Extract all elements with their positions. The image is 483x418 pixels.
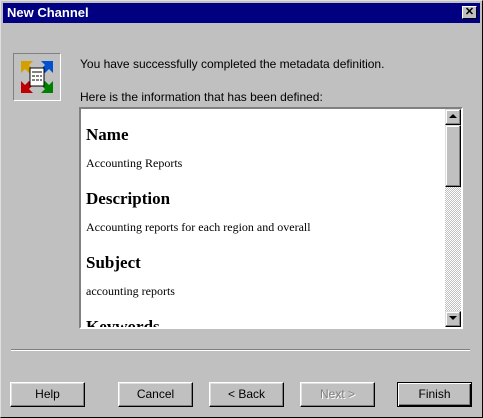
window-title: New Channel — [7, 5, 89, 20]
next-button[interactable]: Next > — [300, 382, 375, 407]
section-heading: Keywords — [86, 317, 160, 327]
help-button[interactable]: Help — [10, 382, 85, 407]
cancel-button-label: Cancel — [136, 387, 175, 401]
arrow-down-icon — [449, 316, 457, 320]
back-button[interactable]: < Back — [209, 382, 284, 407]
channel-wizard-icon — [13, 53, 61, 101]
defined-info-label: Here is the information that has been de… — [80, 90, 323, 104]
section-value: Accounting reports for each region and o… — [86, 220, 311, 234]
section-heading: Description — [86, 189, 171, 208]
section-subject: Subject accounting reports — [81, 253, 443, 307]
finish-button[interactable]: Finish — [397, 382, 472, 407]
scroll-thumb[interactable] — [445, 125, 461, 187]
close-icon: ✕ — [464, 6, 475, 18]
vertical-scrollbar[interactable] — [445, 109, 461, 327]
new-channel-dialog: New Channel ✕ You have successfully comp… — [0, 0, 483, 418]
arrow-up-icon — [449, 114, 457, 118]
completion-message: You have successfully completed the meta… — [80, 57, 385, 71]
section-heading: Name — [86, 125, 129, 144]
metadata-summary-content: Name Accounting Reports Description Acco… — [81, 109, 443, 327]
section-value: accounting reports — [86, 284, 175, 298]
section-value: Accounting Reports — [86, 156, 183, 170]
separator — [11, 349, 470, 351]
scroll-down-button[interactable] — [445, 311, 461, 327]
cancel-button[interactable]: Cancel — [118, 382, 193, 407]
scroll-up-button[interactable] — [445, 109, 461, 125]
help-button-label: Help — [35, 387, 60, 401]
close-button[interactable]: ✕ — [462, 6, 477, 19]
finish-button-label: Finish — [418, 387, 451, 401]
section-description: Description Accounting reports for each … — [81, 189, 443, 243]
title-bar[interactable]: New Channel ✕ — [3, 3, 480, 23]
back-button-label: < Back — [227, 387, 266, 401]
section-name: Name Accounting Reports — [81, 125, 443, 179]
section-heading: Subject — [86, 253, 141, 272]
metadata-summary-panel[interactable]: Name Accounting Reports Description Acco… — [79, 107, 463, 329]
next-button-label: Next > — [319, 387, 355, 401]
section-keywords: Keywords — [81, 317, 443, 327]
